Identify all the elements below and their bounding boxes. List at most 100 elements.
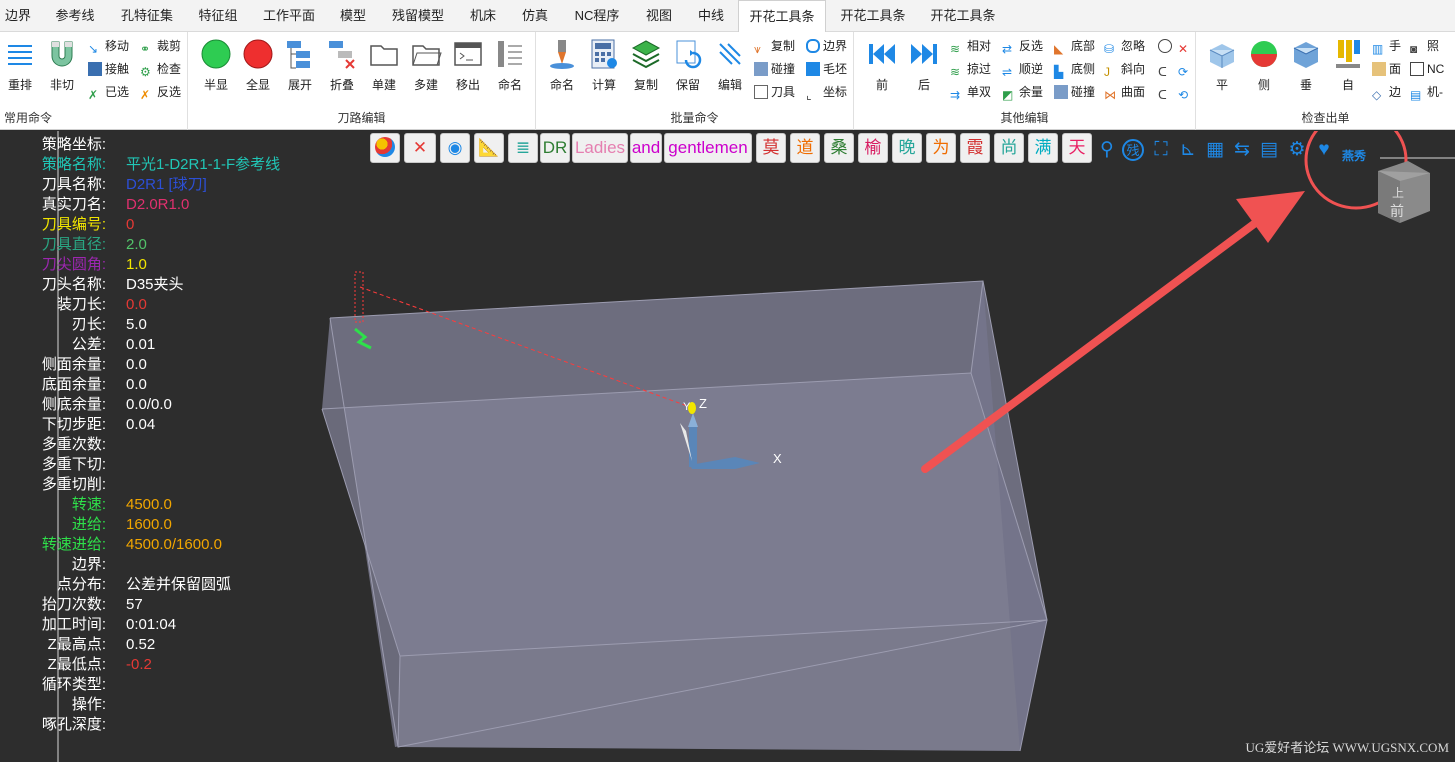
tab-kaihua-toolbar-1[interactable]: 开花工具条: [738, 0, 826, 33]
single-double-button[interactable]: ⇉ 单双: [950, 82, 991, 102]
arc-left-button[interactable]: ᑕ: [1158, 59, 1175, 79]
single-create-button[interactable]: 单建: [364, 36, 404, 96]
tab-center-line[interactable]: 中线: [690, 0, 732, 32]
surface-button[interactable]: ⋈ 曲面: [1104, 82, 1145, 102]
bottom-button[interactable]: ◣ 底部: [1054, 36, 1095, 56]
non-cut-button[interactable]: 非切: [42, 36, 82, 96]
cross-small-button[interactable]: ✕: [1178, 36, 1195, 56]
text-button-and[interactable]: and: [630, 133, 662, 163]
batch-copy-button[interactable]: 复制: [626, 36, 666, 96]
heart-icon[interactable]: ♥: [1313, 139, 1335, 161]
tab-machine[interactable]: 机床: [462, 0, 504, 32]
yanxiu-label[interactable]: 燕秀: [1342, 146, 1366, 166]
arc-left-2-button[interactable]: ᑕ: [1158, 82, 1175, 102]
tab-hole-feature-set[interactable]: 孔特征集: [114, 0, 180, 32]
half-show-button[interactable]: 半显: [196, 36, 236, 96]
check-button[interactable]: ⚙ 检查: [140, 59, 181, 79]
expand-button[interactable]: 展开: [280, 36, 320, 96]
boundary-small-button[interactable]: 边界: [806, 36, 847, 56]
tab-boundary[interactable]: 边界: [0, 0, 36, 32]
batch-rename-button[interactable]: 命名: [542, 36, 582, 96]
reorder-button[interactable]: 重排: [0, 36, 40, 96]
previous-button[interactable]: 前: [862, 36, 902, 96]
bottom-side-button[interactable]: ▙ 底侧: [1054, 59, 1095, 79]
tab-reference-line[interactable]: 参考线: [46, 0, 104, 32]
cycle-button[interactable]: ⟳: [1178, 59, 1195, 79]
grid-icon[interactable]: ▦: [1204, 139, 1226, 161]
cycle-2-button[interactable]: ⟲: [1178, 82, 1195, 102]
batch-compute-button[interactable]: 计算: [584, 36, 624, 96]
relative-button[interactable]: ≋ 相对: [950, 36, 991, 56]
face-button[interactable]: 面: [1372, 59, 1401, 79]
text-button-wan[interactable]: 晚: [892, 133, 922, 163]
collision-other-button[interactable]: 碰撞: [1054, 82, 1095, 102]
ignore-button[interactable]: ⛁ 忽略: [1104, 36, 1145, 56]
text-button-mo[interactable]: 莫: [756, 133, 786, 163]
tab-nc-program[interactable]: NC程序: [566, 0, 628, 32]
trim-button[interactable]: ⚭ 裁剪: [140, 36, 181, 56]
tab-view[interactable]: 视图: [638, 0, 680, 32]
text-button-tian[interactable]: 天: [1062, 133, 1092, 163]
collision-button[interactable]: 碰撞: [754, 59, 795, 79]
preview-button[interactable]: ◉: [440, 133, 470, 163]
tab-model[interactable]: 模型: [332, 0, 374, 32]
gear-icon[interactable]: ⚙: [1286, 139, 1308, 161]
nc-button[interactable]: NC: [1410, 59, 1444, 79]
edge-button[interactable]: ◇ 边: [1372, 82, 1401, 102]
text-button-gentlemen[interactable]: gentlemen: [664, 133, 752, 163]
flat-view-button[interactable]: 平: [1202, 36, 1242, 96]
multi-create-button[interactable]: 多建: [406, 36, 446, 96]
tab-stock-model[interactable]: 残留模型: [384, 0, 452, 32]
text-button-man[interactable]: 满: [1028, 133, 1058, 163]
tab-kaihua-toolbar-3[interactable]: 开花工具条: [922, 0, 1004, 32]
contact-button[interactable]: 接触: [88, 59, 129, 79]
text-button-xia[interactable]: 霞: [960, 133, 990, 163]
text-button-yu[interactable]: 榆: [858, 133, 888, 163]
cubes-icon[interactable]: ⛶: [1150, 139, 1172, 161]
tab-simulation[interactable]: 仿真: [514, 0, 556, 32]
hand-button[interactable]: ▥ 手: [1372, 36, 1401, 56]
text-button-dao[interactable]: 道: [790, 133, 820, 163]
coordinate-button[interactable]: ⌞ 坐标: [806, 82, 847, 102]
residual-icon[interactable]: 残: [1122, 139, 1144, 161]
axis-measure-icon[interactable]: ⊾: [1177, 139, 1199, 161]
machine-button[interactable]: ▤ 机-: [1410, 82, 1443, 102]
text-button-ladies[interactable]: Ladies: [572, 133, 628, 163]
document-icon[interactable]: ▤: [1258, 139, 1280, 161]
move-out-button[interactable]: 移出: [448, 36, 488, 96]
batch-edit-button[interactable]: 编辑: [710, 36, 750, 96]
database-button[interactable]: ≣: [508, 133, 538, 163]
oblique-button[interactable]: J 斜向: [1104, 59, 1145, 79]
text-button-dr[interactable]: DR: [540, 133, 570, 163]
search-icon[interactable]: ⚲: [1096, 139, 1118, 161]
full-show-button[interactable]: 全显: [238, 36, 278, 96]
allowance-button[interactable]: ◩ 余量: [1002, 82, 1043, 102]
circle-logo-button[interactable]: [370, 133, 400, 163]
copy-small-button[interactable]: ⩛ 复制: [754, 36, 795, 56]
rename-path-button[interactable]: 命名: [490, 36, 530, 96]
tab-work-plane[interactable]: 工作平面: [256, 0, 322, 32]
vertical-view-button[interactable]: 垂: [1286, 36, 1326, 96]
auto-view-button[interactable]: 自: [1328, 36, 1368, 96]
collapse-button[interactable]: 折叠: [322, 36, 362, 96]
ruler-button[interactable]: 📐: [474, 133, 504, 163]
photo-button[interactable]: ◙ 照: [1410, 36, 1439, 56]
side-view-button[interactable]: 侧: [1244, 36, 1284, 96]
text-button-wei[interactable]: 为: [926, 133, 956, 163]
invert-select-button[interactable]: ✗ 反选: [140, 82, 181, 102]
selected-button[interactable]: ✗ 已选: [88, 82, 129, 102]
tab-kaihua-toolbar-2[interactable]: 开花工具条: [832, 0, 914, 32]
batch-keep-button[interactable]: 保留: [668, 36, 708, 96]
skim-button[interactable]: ≋ 掠过: [950, 59, 991, 79]
swap-icon[interactable]: ⇆: [1231, 139, 1253, 161]
text-button-shang[interactable]: 尚: [994, 133, 1024, 163]
blank-button[interactable]: 毛坯: [806, 59, 847, 79]
delete-button[interactable]: ✕: [404, 133, 436, 163]
next-button[interactable]: 后: [904, 36, 944, 96]
move-button[interactable]: ↘ 移动: [88, 36, 129, 56]
tool-small-button[interactable]: 刀具: [754, 82, 795, 102]
text-button-sang[interactable]: 桑: [824, 133, 854, 163]
3d-viewport[interactable]: Z Y X 上 前 ✕ ◉ 📐 ≣ DR Ladies and gentleme…: [0, 131, 1455, 762]
tab-feature-group[interactable]: 特征组: [190, 0, 246, 32]
reverse-button[interactable]: ⇄ 反选: [1002, 36, 1043, 56]
